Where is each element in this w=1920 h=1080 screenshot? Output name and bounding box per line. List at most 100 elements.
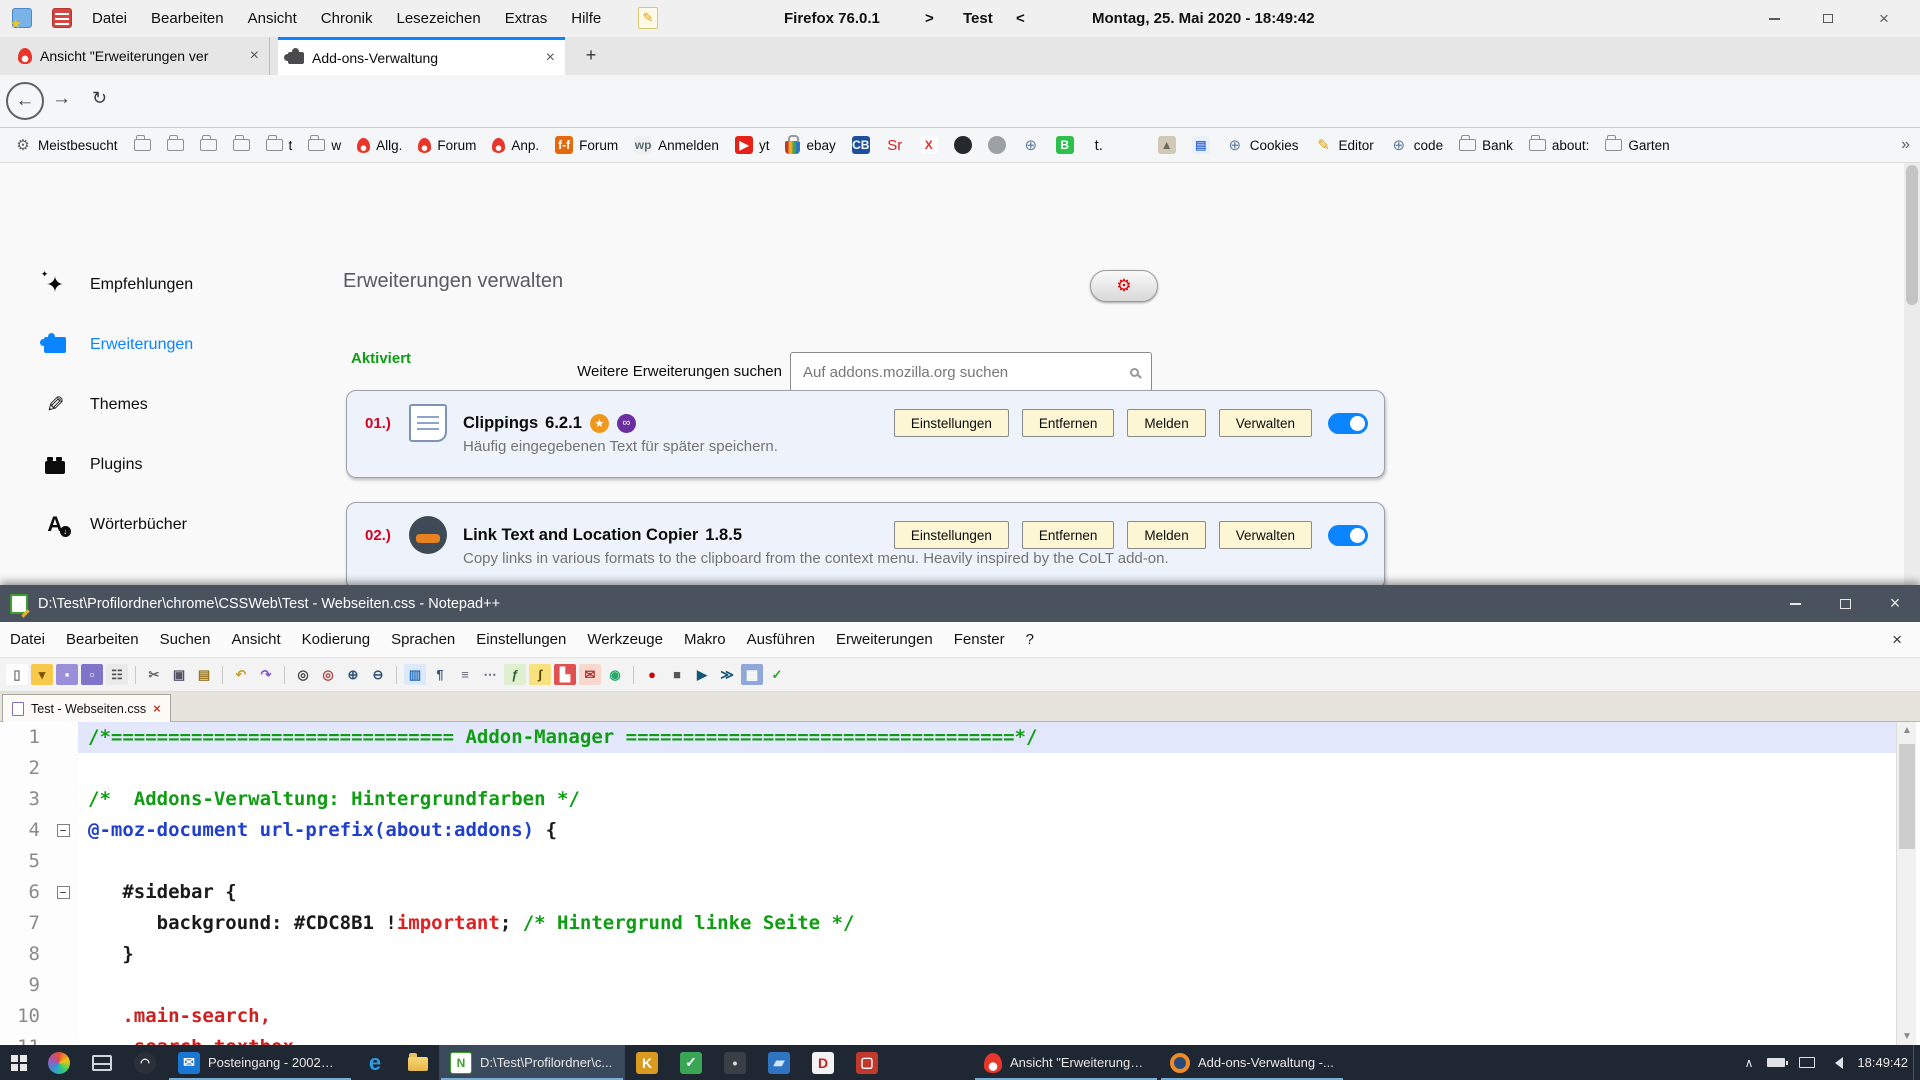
session-manager-icon[interactable] [12,8,32,28]
speaker-icon[interactable] [1829,1057,1843,1069]
notepadpp-menu-item[interactable]: Makro [684,631,726,648]
bookmark-item[interactable]: CB [852,136,870,154]
taskbar-explorer[interactable] [397,1045,439,1080]
show-desktop-button[interactable] [1913,1045,1920,1080]
notepadpp-menu-item[interactable]: Erweiterungen [836,631,933,648]
amo-search-input[interactable]: Auf addons.mozilla.org suchen [790,352,1152,392]
sidebar-item-themes[interactable]: ✎ Themes [40,375,290,435]
scrollbar-thumb[interactable] [1906,165,1918,305]
bookmark-item[interactable]: ⚙ Meistbesucht [14,136,118,154]
notepadpp-menu-item[interactable]: Bearbeiten [66,631,139,648]
new-file-icon[interactable]: ▯ [6,664,28,685]
bookmark-item[interactable]: f-f Forum [555,136,618,154]
bookmark-item[interactable]: Garten [1605,138,1669,153]
save-all-icon[interactable]: ▫ [81,664,103,685]
battery-icon[interactable] [1767,1058,1785,1067]
sidebar-item-erweiterungen[interactable]: Erweiterungen [40,315,290,375]
bookmark-item[interactable]: Anp. [492,138,539,153]
clock[interactable]: 18:49:42 [1857,1055,1908,1070]
notepadpp-menu-item[interactable]: Ansicht [231,631,280,648]
macro-multi-icon[interactable]: ≫ [716,664,738,685]
taskbar-app-redpc[interactable]: ▢ [845,1045,889,1080]
replace-icon[interactable]: ◎ [317,664,339,685]
bookmark-item[interactable] [167,139,184,151]
restore-button[interactable] [1806,0,1850,37]
addon-action-button[interactable]: Melden [1127,409,1205,437]
taskbar-app-bottle[interactable]: • [713,1045,757,1080]
close-button[interactable]: × [1870,585,1920,622]
open-file-icon[interactable]: ▾ [31,664,53,685]
addon-action-button[interactable]: Verwalten [1219,521,1312,549]
scrollbar-thumb[interactable] [1899,744,1915,849]
tab-close-icon[interactable]: × [546,49,555,67]
notepadpp-menu-item[interactable]: Datei [10,631,45,648]
split-view-icon[interactable]: ▥ [404,664,426,685]
firefox-menu-item[interactable]: Ansicht [248,10,297,27]
doc-close-icon[interactable]: × [1892,630,1902,650]
bookmark-item[interactable]: ▲ [1158,136,1176,154]
macro-stop-icon[interactable]: ■ [666,664,688,685]
addon-enabled-toggle[interactable] [1328,525,1368,546]
tray-expand-icon[interactable]: ∧ [1745,1056,1754,1070]
bookmark-item[interactable]: ⊕ Cookies [1226,136,1299,154]
bookmark-item[interactable] [954,136,972,154]
taskbar-firefox-window-1[interactable]: Ansicht "Erweiterunge... [973,1045,1159,1080]
addon-action-button[interactable]: Einstellungen [894,409,1009,437]
notepadpp-titlebar[interactable]: D:\Test\Profilordner\chrome\CSSWeb\Test … [0,585,1920,622]
editor-scrollbar[interactable]: ▲ ▼ [1896,722,1916,1045]
show-symbols-icon[interactable]: ¶ [429,664,451,685]
tab-active-addons[interactable]: Add-ons-Verwaltung × [278,37,565,75]
browser-scrollbar[interactable] [1904,163,1920,585]
start-button[interactable] [0,1045,37,1080]
notepadpp-menu-item[interactable]: Fenster [954,631,1005,648]
firefox-menu-item[interactable]: Hilfe [571,10,601,27]
notes-addon-icon[interactable]: ✎ [638,7,658,29]
notepadpp-menu-item[interactable]: Kodierung [302,631,370,648]
taskbar-app-d[interactable]: D [801,1045,845,1080]
taskbar-notepadpp-window[interactable]: N D:\Test\Profilordner\c... [439,1045,625,1080]
code-line[interactable]: 2 [0,753,1896,784]
back-button[interactable]: ← [6,82,44,120]
notepadpp-menu-item[interactable]: Ausführen [747,631,815,648]
table-grid-icon[interactable] [52,8,72,28]
sidebar-item-plugins[interactable]: Plugins [40,435,290,495]
print-icon[interactable]: ☷ [106,664,128,685]
forward-button[interactable]: → [52,88,71,110]
cut-icon[interactable]: ✂ [143,664,165,685]
scroll-up-icon[interactable]: ▲ [1897,722,1917,739]
paste-icon[interactable]: ▤ [193,664,215,685]
save-icon[interactable]: ▪ [56,664,78,685]
doc-map-icon[interactable]: ʃ [529,664,551,685]
macro-record-icon[interactable]: ● [641,664,663,685]
new-tab-button[interactable]: + [578,43,604,69]
addons-tools-button[interactable]: ⚙ [1090,270,1158,302]
bookmark-item[interactable]: wp Anmelden [634,136,719,154]
bookmark-item[interactable]: ⊕ [1022,136,1040,154]
word-wrap-icon[interactable]: ≡ [454,664,476,685]
tab-close-icon[interactable]: × [250,47,259,65]
notepadpp-menu-item[interactable]: Sprachen [391,631,455,648]
addon-action-button[interactable]: Einstellungen [894,521,1009,549]
firefox-menu-item[interactable]: Datei [92,10,127,27]
bookmark-item[interactable]: Bank [1459,138,1513,153]
taskbar-mail-window[interactable]: ✉ Posteingang - 2002An... [167,1045,353,1080]
taskbar-firefox-window-2[interactable]: Add-ons-Verwaltung -... [1159,1045,1345,1080]
function-list-icon[interactable]: ƒ [504,664,526,685]
scroll-down-icon[interactable]: ▼ [1897,1028,1917,1045]
zoom-in-icon[interactable]: ⊕ [342,664,364,685]
taskbar-keepass[interactable]: K [625,1045,669,1080]
taskbar-app-colorwheel[interactable] [37,1045,81,1080]
minimize-button[interactable] [1770,585,1820,622]
notepadpp-menu-item[interactable]: Werkzeuge [587,631,663,648]
bookmark-item[interactable]: X [920,136,938,154]
copy-icon[interactable]: ▣ [168,664,190,685]
bookmark-item[interactable] [1124,136,1142,154]
notepadpp-menu-item[interactable]: Suchen [160,631,211,648]
notepadpp-menu-item[interactable]: ? [1026,631,1034,648]
taskbar-app-monitor[interactable] [81,1045,123,1080]
code-line[interactable]: 9 [0,970,1896,1001]
bookmark-item[interactable]: about: [1529,138,1590,153]
addon-action-button[interactable]: Entfernen [1022,521,1115,549]
code-line[interactable]: 4 − @-moz-document url-prefix(about:addo… [0,815,1896,846]
fold-collapse-icon[interactable]: − [57,824,70,837]
